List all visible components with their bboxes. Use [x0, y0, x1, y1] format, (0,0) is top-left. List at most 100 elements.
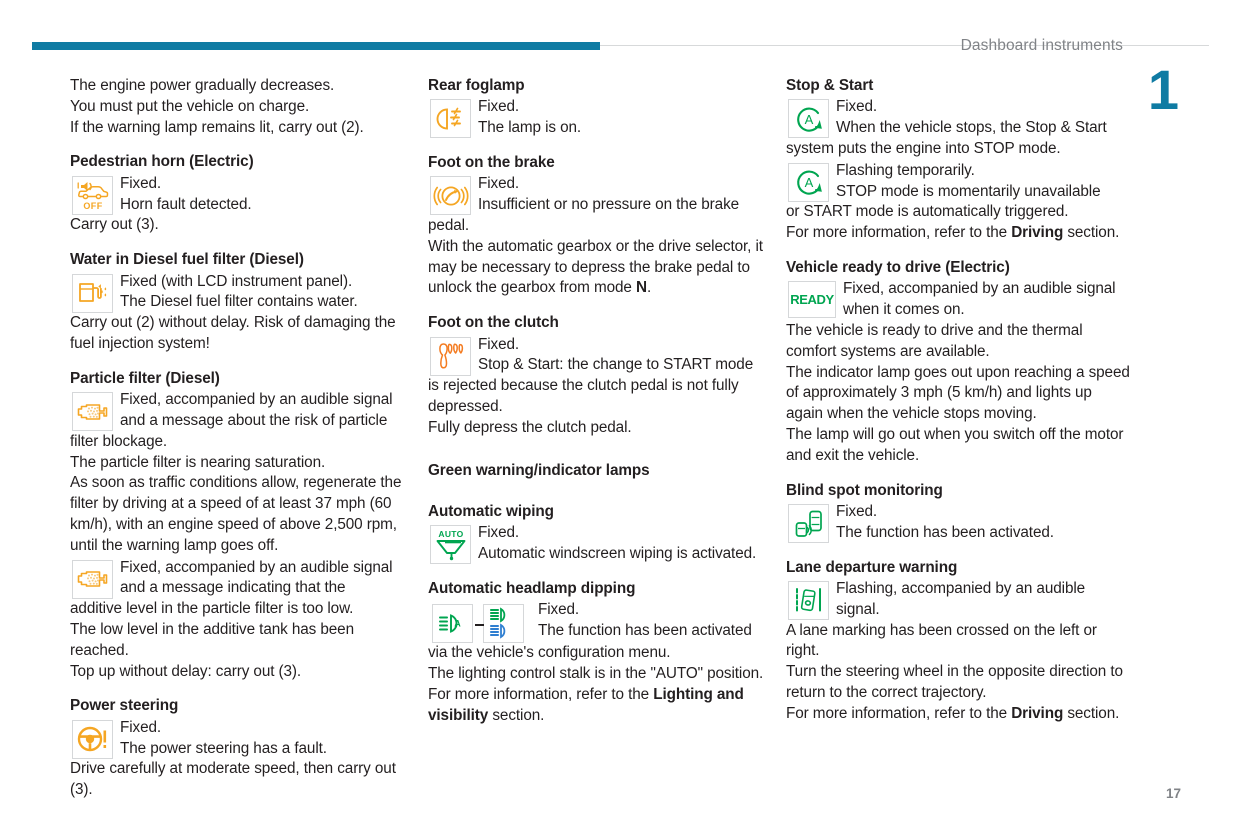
- lamp-meaning: when it comes on.: [843, 301, 965, 319]
- lamp-meaning: When the vehicle stops, the Stop & Start: [836, 119, 1107, 137]
- stop-start-icon: A: [788, 99, 829, 139]
- lamp-entry-automatic-wiping: AUTO Fixed. Automatic windscreen wiping …: [428, 523, 774, 565]
- lamp-description: Fixed. The lamp is on.: [428, 97, 774, 139]
- page-title: Dashboard instruments: [960, 37, 1123, 54]
- paragraph: The lighting control stalk is in the "AU…: [428, 665, 764, 683]
- lamp-entry-vehicle-ready: READY Fixed, accompanied by an audible s…: [786, 279, 1132, 321]
- paragraph-lighting-ref: For more information, refer to the Light…: [428, 685, 774, 727]
- auto-headlamp-a-icon: A: [432, 604, 473, 644]
- foot-on-brake-icon: [430, 176, 471, 216]
- lamp-meaning: Automatic windscreen wiping is activated…: [478, 545, 757, 563]
- paragraph: The low level in the additive tank has b…: [70, 621, 354, 659]
- lamp-state: Fixed.: [538, 601, 580, 619]
- lamp-state: Fixed, accompanied by an audible signal: [120, 391, 393, 409]
- bold-term: Driving: [1011, 704, 1064, 722]
- lamp-state: Fixed.: [478, 524, 520, 542]
- paragraph: additive level in the particle filter is…: [70, 600, 354, 618]
- ready-label: READY: [790, 292, 834, 308]
- paragraph-gearbox-mode: With the automatic gearbox or the drive …: [428, 237, 774, 299]
- lamp-state: Fixed.: [478, 98, 520, 116]
- svg-text:AUTO: AUTO: [438, 529, 463, 539]
- paragraph: As soon as traffic conditions allow, reg…: [70, 474, 402, 554]
- section-heading-blind-spot-monitoring: Blind spot monitoring: [786, 481, 943, 499]
- lamp-entry-rear-foglamp: Fixed. The lamp is on.: [428, 97, 774, 139]
- paragraph: Carry out (3).: [70, 216, 159, 234]
- lamp-meaning: The function has been activated.: [836, 523, 1054, 541]
- section-heading-rear-foglamp: Rear foglamp: [428, 77, 525, 94]
- bold-term: N: [635, 279, 647, 297]
- lamp-meaning: The function has been activated: [538, 622, 752, 640]
- lane-departure-warning-icon: [788, 581, 829, 621]
- section-heading-automatic-wiping: Automatic wiping: [428, 503, 554, 521]
- dashed-connector: [475, 624, 484, 627]
- lamp-entry-automatic-headlamp-dipping: A Fixed. The function has been activated: [428, 600, 774, 644]
- text-pre: For more information, refer to the: [428, 686, 654, 704]
- paragraph: Top up without delay: carry out (3).: [70, 662, 302, 680]
- svg-text:A: A: [804, 112, 813, 127]
- paragraph: pedal.: [428, 217, 470, 235]
- lamp-description: Fixed. Insufficient or no pressure on th…: [428, 174, 774, 216]
- paragraph: Carry out (2) without delay. Risk of dam…: [70, 314, 396, 353]
- paragraph: system puts the engine into STOP mode.: [786, 140, 1061, 158]
- paragraph: is rejected because the clutch pedal is …: [428, 377, 739, 416]
- lamp-state: Fixed (with LCD instrument panel).: [120, 272, 353, 290]
- lamp-entry-water-in-diesel-filter: Fixed (with LCD instrument panel). The D…: [70, 272, 416, 314]
- lamp-entry-stop-start-fixed: A Fixed. When the vehicle stops, the Sto…: [786, 97, 1132, 139]
- stop-start-icon: A: [788, 162, 829, 202]
- lamp-meaning: and a message indicating that the: [120, 579, 346, 597]
- section-heading-stop-start: Stop & Start: [786, 77, 874, 94]
- paragraph-driving-ref: For more information, refer to the Drivi…: [786, 223, 1132, 244]
- lamp-description: Flashing, accompanied by an audible sign…: [786, 579, 1132, 621]
- svg-text:A: A: [454, 618, 461, 628]
- lamp-entry-power-steering: Fixed. The power steering has a fault.: [70, 718, 416, 760]
- lamp-description: Fixed. When the vehicle stops, the Stop …: [786, 97, 1132, 139]
- paragraph: or START mode is automatically triggered…: [786, 203, 1069, 221]
- lamp-entry-foot-on-clutch: Fixed. Stop & Start: the change to START…: [428, 335, 774, 377]
- section-heading-vehicle-ready: Vehicle ready to drive (Electric): [786, 259, 1010, 276]
- lamp-description: Fixed (with LCD instrument panel). The D…: [70, 272, 416, 314]
- auto-headlamp-dip-icon: [475, 604, 524, 644]
- lamp-state: Flashing, accompanied by an audible: [836, 580, 1086, 598]
- lamp-meaning: Stop & Start: the change to START mode: [478, 356, 754, 374]
- lamp-description: Fixed. The power steering has a fault.: [70, 718, 416, 760]
- section-heading-automatic-headlamp-dipping: Automatic headlamp dipping: [428, 580, 636, 598]
- lamp-entry-blind-spot-monitoring: Fixed. The function has been activated.: [786, 502, 1132, 544]
- paragraph: Turn the steering wheel in the opposite …: [786, 663, 1123, 702]
- text-pre: With the automatic gearbox or the drive …: [428, 237, 763, 297]
- paragraph: filter blockage.: [70, 432, 168, 450]
- automatic-wiping-icon: AUTO: [430, 525, 471, 565]
- section-heading-particle-filter: Particle filter (Diesel): [70, 369, 220, 387]
- paragraph: Fully depress the clutch pedal.: [428, 418, 632, 436]
- lamp-meaning: Horn fault detected.: [120, 195, 252, 213]
- text-pre: For more information, refer to the: [786, 704, 1012, 722]
- power-steering-fault-icon: [72, 719, 113, 759]
- lamp-meaning: STOP mode is momentarily unavailable: [836, 182, 1101, 200]
- lamp-state: Flashing temporarily.: [836, 161, 975, 179]
- paragraph: If the warning lamp remains lit, carry o…: [70, 118, 364, 136]
- lamp-state: Fixed.: [478, 335, 520, 353]
- lamp-meaning: signal.: [836, 600, 880, 618]
- section-heading-pedestrian-horn: Pedestrian horn (Electric): [70, 153, 254, 171]
- particle-filter-additive-icon: [72, 559, 113, 599]
- paragraph: A lane marking has been crossed on the l…: [786, 621, 1097, 660]
- lamp-description: Fixed, accompanied by an audible signal …: [786, 279, 1132, 321]
- section-heading-water-in-diesel-filter: Water in Diesel fuel filter (Diesel): [70, 251, 304, 269]
- lamp-description: Fixed. Stop & Start: the change to START…: [428, 335, 774, 377]
- paragraph: via the vehicle's configuration menu.: [428, 644, 671, 662]
- lamp-description: Fixed, accompanied by an audible signal …: [70, 390, 416, 432]
- text-post: section.: [1063, 224, 1120, 242]
- pedestrian-horn-off-icon: OFF: [72, 175, 113, 215]
- section-heading-green-lamps: Green warning/indicator lamps: [428, 461, 650, 479]
- header-rule-accent: [32, 42, 600, 50]
- lamp-meaning: Insufficient or no pressure on the brake: [478, 196, 740, 214]
- lamp-description: Fixed. Automatic windscreen wiping is ac…: [428, 523, 774, 565]
- text-post: .: [646, 279, 652, 297]
- foot-on-clutch-icon: [430, 336, 471, 376]
- content-columns: The engine power gradually decreases. Yo…: [70, 76, 1180, 801]
- paragraph: The particle filter is nearing saturatio…: [70, 453, 326, 471]
- lamp-state: Fixed.: [120, 174, 162, 192]
- lamp-entry-foot-on-brake: Fixed. Insufficient or no pressure on th…: [428, 174, 774, 216]
- lamp-entry-particle-filter-additive: Fixed, accompanied by an audible signal …: [70, 558, 416, 600]
- bold-term: Driving: [1011, 224, 1064, 242]
- lamp-entry-pedestrian-horn: OFF Fixed. Horn fault detected.: [70, 174, 416, 216]
